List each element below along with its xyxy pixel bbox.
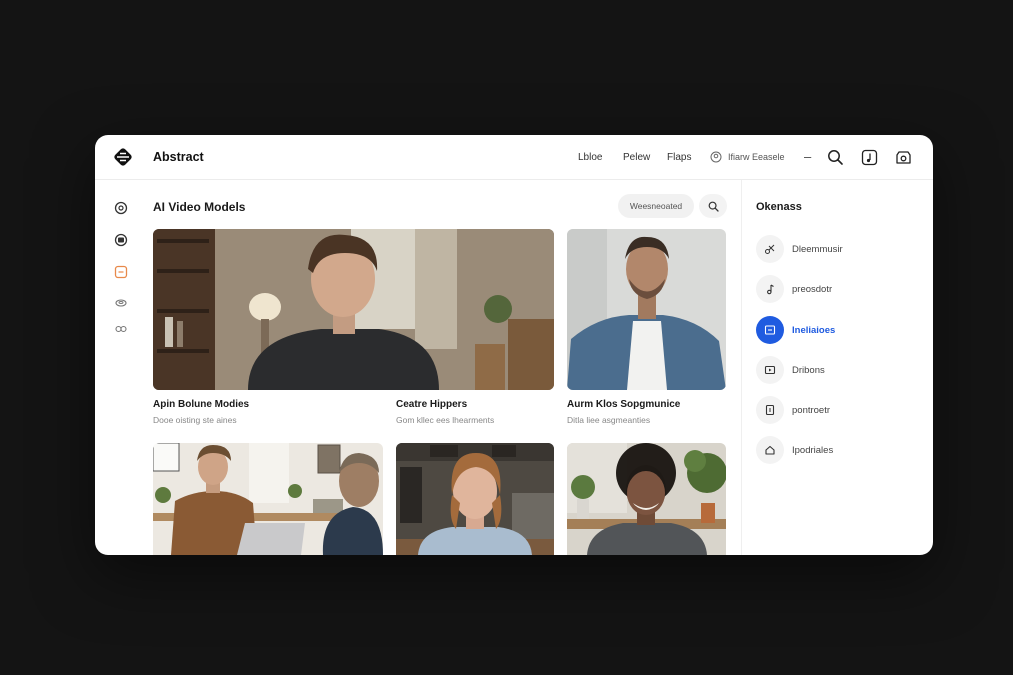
nav-link-2[interactable]: Pelew xyxy=(623,152,650,163)
panel-item[interactable]: pontroetr xyxy=(756,396,916,424)
panel-item[interactable]: preosdotr xyxy=(756,275,916,303)
media-icon[interactable] xyxy=(114,265,128,279)
section-title: AI Video Models xyxy=(153,200,246,214)
panel-item[interactable]: Dleemmusir xyxy=(756,235,916,263)
home-icon xyxy=(756,436,784,464)
record-icon[interactable] xyxy=(114,233,128,247)
video-thumbnail xyxy=(567,229,726,390)
search-button[interactable] xyxy=(699,194,727,218)
video-card[interactable] xyxy=(153,443,383,555)
minimize-button[interactable]: – xyxy=(804,149,811,164)
caption-icon xyxy=(756,316,784,344)
video-card[interactable] xyxy=(396,443,554,555)
filter-button[interactable]: Weesneoated xyxy=(618,194,694,218)
logo-icon[interactable] xyxy=(113,147,133,167)
compass-icon[interactable] xyxy=(114,201,128,215)
scissors-icon xyxy=(756,235,784,263)
card-subtitle: Dooe oisting ste aines xyxy=(153,415,237,425)
card-title[interactable]: Aurm Klos Sopgmunice xyxy=(567,399,680,410)
video-icon xyxy=(756,356,784,384)
app-window: Abstract Lbloe Pelew Flaps Ifiarw Eeasel… xyxy=(95,135,933,555)
panel-item-label: Dribons xyxy=(792,365,825,376)
panel-item[interactable]: Ineliaioes xyxy=(756,316,916,344)
card-title[interactable]: Ceatre Hippers xyxy=(396,399,467,410)
music-note-icon xyxy=(756,275,784,303)
account-link[interactable]: Ifiarw Eeasele xyxy=(728,152,785,162)
search-icon xyxy=(708,201,719,212)
settings-icon[interactable] xyxy=(895,149,912,166)
card-subtitle: Ditla liee asgmeanties xyxy=(567,415,651,425)
video-thumbnail xyxy=(153,229,554,390)
document-icon xyxy=(756,396,784,424)
video-card[interactable] xyxy=(567,229,726,390)
video-thumbnail xyxy=(153,443,383,555)
app-title: Abstract xyxy=(153,150,204,164)
nav-link-1[interactable]: Lbloe xyxy=(578,152,602,163)
nav-link-3[interactable]: Flaps xyxy=(667,152,691,163)
panel-divider xyxy=(741,180,742,555)
panel-title: Okenass xyxy=(756,201,802,213)
video-thumbnail xyxy=(396,443,554,555)
search-icon[interactable] xyxy=(827,149,844,166)
card-title[interactable]: Apin Bolune Modies xyxy=(153,399,249,410)
panel-item-label: preosdotr xyxy=(792,284,833,295)
panel-item-label: pontroetr xyxy=(792,405,831,416)
card-subtitle: Gom kllec ees lhearments xyxy=(396,415,495,425)
cloud-icon[interactable] xyxy=(114,295,128,309)
video-thumbnail xyxy=(567,443,726,555)
music-icon[interactable] xyxy=(861,149,878,166)
panel-item[interactable]: Dribons xyxy=(756,356,916,384)
panel-item-label: Ineliaioes xyxy=(792,325,836,336)
video-card[interactable] xyxy=(567,443,726,555)
top-bar: Abstract Lbloe Pelew Flaps Ifiarw Eeasel… xyxy=(95,135,933,180)
panel-item-label: Dleemmusir xyxy=(792,244,843,255)
link-icon[interactable] xyxy=(114,322,128,336)
video-card[interactable] xyxy=(153,229,554,390)
user-icon xyxy=(710,151,722,163)
panel-item-label: Ipodriales xyxy=(792,445,834,456)
panel-item[interactable]: Ipodriales xyxy=(756,436,916,464)
